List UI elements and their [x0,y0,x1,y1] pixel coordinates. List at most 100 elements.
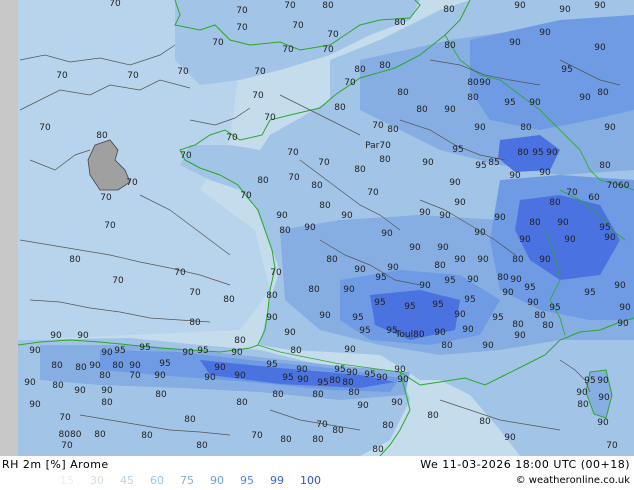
contour-label: 80 [444,41,456,51]
contour-label: 80 [279,226,291,236]
contour-label: 70 [104,221,116,231]
contour-label: 90 [29,400,41,410]
contour-label: 70 [270,268,282,278]
contour-label: 90 [381,229,393,239]
contour-label: 90 [514,1,526,11]
contour-label: 80 [354,65,366,75]
contour-label: 90 [494,213,506,223]
contour-label: 90 [576,388,588,398]
contour-label: 90 [29,346,41,356]
contour-label: 90 [454,198,466,208]
contour-label: 80 [517,148,529,158]
contour-label: 90 [504,433,516,443]
contour-label: 80 [75,363,87,373]
contour-label: 80 [155,390,167,400]
contour-label: 95 [114,346,125,356]
contour-label: 80 [234,336,246,346]
contour-label: 95 [524,283,535,293]
map-title: RH 2m [%] Arome [2,458,109,471]
contour-label: 80 [434,261,446,271]
contour-label: 80 [51,361,63,371]
contour-label: 70 [327,30,339,40]
contour-label: 90 [597,418,609,428]
contour-label: 90 [343,285,355,295]
contour-label: 95 [374,298,385,308]
contour-label: 80 [101,398,113,408]
legend-value: 75 [180,474,194,487]
contour-label: 90 [357,401,369,411]
contour-label: 80 [223,295,235,305]
contour-label: 90 [266,313,278,323]
contour-label: 80 [599,161,611,171]
contour-label: 80 [497,273,509,283]
contour-label: 90 [474,123,486,133]
contour-label: 95 [584,376,595,386]
contour-label: 90 [214,363,226,373]
contour-label: 90 [579,93,591,103]
contour-label: 7060 [607,181,630,191]
contour-label: 70 [127,71,139,81]
contour-label: 95 [359,326,370,336]
contour-label: 90 [376,373,388,383]
contour-label: 95 [599,223,610,233]
contour-label: 70 [318,158,330,168]
contour-label: 80 [549,198,561,208]
contour-label: 70 [372,121,384,131]
contour-label: 95 [444,276,455,286]
contour-label: 70 [177,67,189,77]
contour-label: 95 [475,161,486,171]
contour-label: 90 [437,243,449,253]
contour-label: 80 [577,400,589,410]
contour-label: 80 [348,388,360,398]
contour-label: 70 [566,188,578,198]
contour-label: 80 [443,5,455,15]
contour-label: 80 [512,255,524,265]
contour-label: 90 [397,375,409,385]
contour-label: 90 [434,328,446,338]
contour-label: 90 [477,255,489,265]
contour-label: 70 [61,441,73,451]
contour-label: 60 [588,193,600,203]
contour-label: 90 [422,158,434,168]
contour-label: 90 [449,178,461,188]
contour-label: 80 [326,255,338,265]
contour-label: 90 [304,223,316,233]
contour-label: 90 [594,43,606,53]
contour-label: 70 [287,148,299,158]
contour-label: 80 [257,176,269,186]
contour-label: 90 [604,233,616,243]
contour-label: 95 [584,288,595,298]
contour-label: 90 [409,243,421,253]
contour-label: 80 [467,78,479,88]
contour-label: 80 [597,88,609,98]
contour-label: 90 [467,275,479,285]
map-panel: 70 70 70 80 70 70 70 80 80 90 90 90 70 70 70 80 80 80 90 90… [0,0,634,456]
legend-value: 99 [270,474,284,487]
contour-label: 90 [101,348,113,358]
contour-label: 95 [464,295,475,305]
contour-label: 90 [154,371,166,381]
contour-label: 90 [546,148,558,158]
contour-label: 70 [316,420,328,430]
legend-value: 30 [90,474,104,487]
contour-label: 90 [559,5,571,15]
contour-label: 80 [272,390,284,400]
contour-label: 95 [404,302,415,312]
contour-label: 90 [24,378,36,388]
contour-label: 95 [159,359,170,369]
contour-label: 80 [99,371,111,381]
contour-label: 90 [346,368,358,378]
contour-label: 95 [375,273,386,283]
contour-label: 95 [492,313,503,323]
contour-label: 90 [341,211,353,221]
contour-label: 95 [504,98,515,108]
contour-label: 90 [74,386,86,396]
contour-label: 95 [549,303,560,313]
contour-label: 80 [332,426,344,436]
contour-label: 90 [454,255,466,265]
contour-label: 80 [379,155,391,165]
contour-label: 95 [266,360,277,370]
contour-label: Par70 [365,141,391,151]
contour-label: 90 [617,319,629,329]
contour-label: 90 [527,298,539,308]
